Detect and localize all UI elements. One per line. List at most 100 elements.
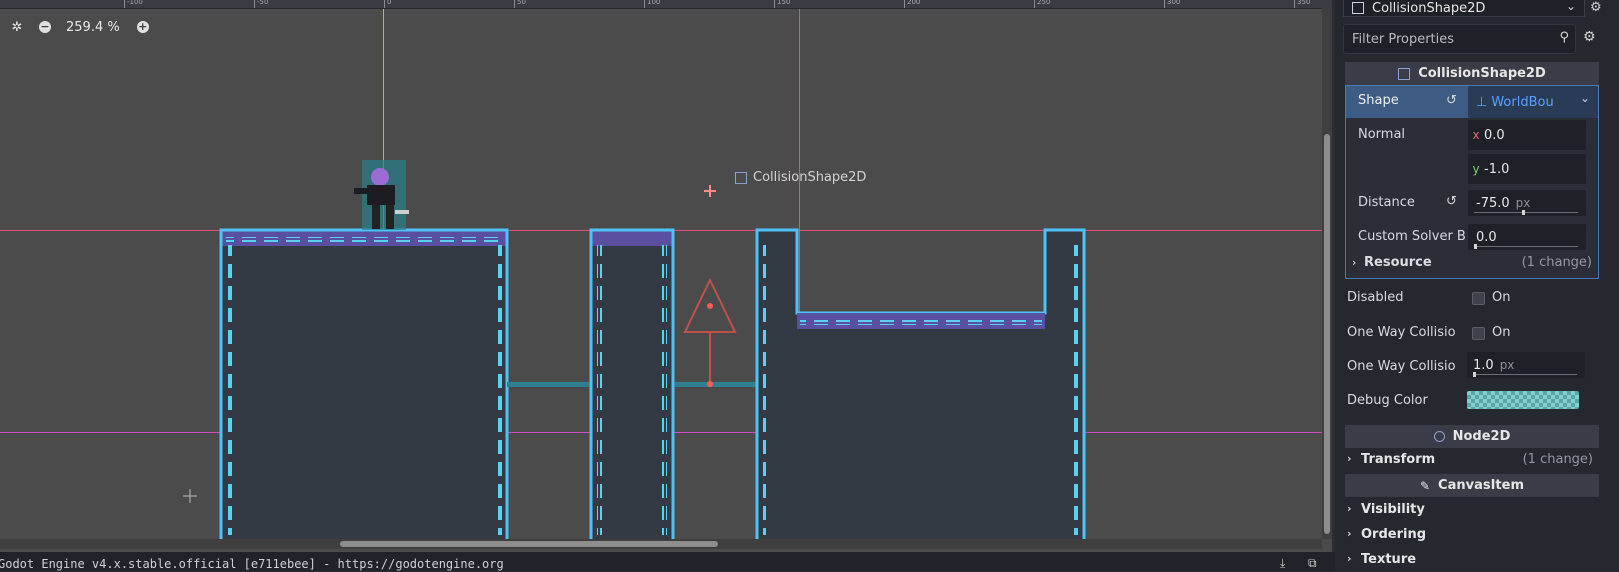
resource-change-note: (1 change) (1521, 255, 1592, 270)
distance-field[interactable]: -75.0 px (1468, 190, 1586, 216)
debug-color-swatch[interactable] (1467, 391, 1579, 409)
shape-resource-picker[interactable]: ⊥ WorldBou ⌄ (1468, 86, 1598, 118)
world-boundary-icon: ⊥ (1476, 94, 1488, 110)
section-collisionshape2d: CollisionShape2D (1345, 62, 1599, 85)
ruler-tick (1034, 0, 1035, 8)
custom-solver-bias-field[interactable]: 0.0 (1468, 224, 1586, 250)
normal-y-field[interactable]: y -1.0 (1468, 154, 1586, 184)
node-selector[interactable]: CollisionShape2D ⌄ (1343, 0, 1585, 17)
horizontal-scroll-thumb[interactable] (340, 541, 718, 547)
distance-label: Distance (1358, 195, 1415, 210)
one-way-margin-value: 1.0 (1473, 357, 1494, 373)
ruler-tick (1164, 0, 1165, 8)
minus-icon: − (39, 20, 51, 33)
copy-icon[interactable]: ⧉ (1308, 556, 1320, 570)
ruler-label: -100 (127, 0, 143, 6)
texture-label: Texture (1361, 552, 1417, 567)
collision-shape-properties: Shape ↺ ⊥ WorldBou ⌄ Normal x 0.0 y -1.0… (1345, 85, 1599, 279)
canvas-viewport[interactable]: -100 -50 0 50 100 150 200 250 300 350 ✲ − 259.4 %… (0, 0, 1332, 552)
axis-y-tag: y (1472, 162, 1480, 176)
zoom-out-button[interactable]: − (36, 18, 54, 36)
vertical-scrollbar[interactable] (1322, 8, 1332, 539)
status-bar: Godot Engine v4.x.stable.official [e711e… (0, 552, 1335, 571)
center-view-icon[interactable]: ✲ (8, 18, 26, 36)
distance-unit: px (1515, 196, 1531, 210)
normal-x-value: 0.0 (1484, 127, 1505, 143)
custom-solver-bias-knob[interactable] (1474, 244, 1477, 249)
disabled-on-label: On (1492, 290, 1511, 305)
ruler-label: -50 (257, 0, 269, 6)
chevron-down-icon[interactable]: ⌄ (1580, 91, 1590, 105)
one-way-margin-slider[interactable] (1473, 374, 1577, 375)
section-title: CanvasItem (1438, 478, 1525, 493)
filter-properties-input[interactable] (1350, 30, 1544, 48)
ruler-label: 250 (1037, 0, 1051, 6)
debug-color-row: Debug Color (1335, 385, 1619, 415)
collision-shape-icon (1398, 67, 1411, 80)
texture-group[interactable]: › Texture (1345, 549, 1599, 572)
revert-icon[interactable]: ↺ (1446, 93, 1457, 108)
zoom-toolbar: ✲ − 259.4 % + (8, 16, 152, 38)
distance-row: Distance ↺ -75.0 px (1346, 186, 1598, 220)
one-way-margin-knob[interactable] (1473, 372, 1476, 377)
node-name-text: CollisionShape2D (753, 170, 867, 185)
node2d-icon (1433, 431, 1445, 442)
tile-platform-3 (755, 228, 1086, 539)
transform-group[interactable]: › Transform (1 change) (1345, 449, 1599, 472)
node-name-label: CollisionShape2D (735, 170, 866, 185)
visibility-label: Visibility (1361, 502, 1425, 517)
disabled-label: Disabled (1347, 290, 1404, 305)
one-way-margin-unit: px (1499, 358, 1515, 372)
section-node2d: Node2D (1345, 425, 1599, 448)
scene-canvas[interactable] (0, 0, 1322, 539)
ruler-label: 0 (387, 0, 392, 6)
one-way-collision-on-label: On (1492, 325, 1511, 340)
ordering-label: Ordering (1361, 527, 1427, 542)
chevron-right-icon: › (1352, 256, 1357, 269)
one-way-collision-checkbox[interactable] (1472, 327, 1485, 340)
distance-slider[interactable] (1474, 212, 1578, 213)
engine-version-text: Godot Engine v4.x.stable.official [e711e… (0, 557, 504, 571)
vertical-scroll-thumb[interactable] (1324, 134, 1330, 534)
horizontal-scrollbar[interactable] (0, 539, 1322, 549)
ordering-group[interactable]: › Ordering (1345, 524, 1599, 547)
node-options-icon[interactable]: ⚙ (1590, 0, 1602, 15)
custom-solver-bias-value: 0.0 (1476, 229, 1497, 245)
ruler-tick (644, 0, 645, 8)
zoom-in-button[interactable]: + (134, 18, 152, 36)
debug-color-label: Debug Color (1347, 393, 1428, 408)
tile-platform-2 (589, 228, 675, 539)
filter-properties-box[interactable]: ⚲ (1343, 24, 1576, 54)
ruler-tick (124, 0, 125, 8)
ruler-label: 100 (647, 0, 661, 6)
axis-x-tag: x (1472, 128, 1480, 142)
distance-value: -75.0 (1476, 195, 1510, 211)
ruler-tick (384, 0, 385, 8)
one-way-collision-row: One Way Collisio On (1335, 316, 1619, 346)
shape-resource-value: WorldBou (1491, 94, 1554, 110)
ruler-tick (774, 0, 775, 8)
custom-solver-bias-slider[interactable] (1474, 246, 1578, 247)
disabled-row: Disabled On (1335, 281, 1619, 311)
property-tools-icon[interactable]: ⚙ (1583, 29, 1596, 45)
zoom-level-label[interactable]: 259.4 % (66, 20, 120, 35)
collision-shape-icon (735, 171, 747, 184)
normal-x-field[interactable]: x 0.0 (1468, 120, 1586, 150)
section-title: CollisionShape2D (1418, 66, 1546, 81)
tile-platform-1 (219, 228, 509, 539)
collision-shape-icon (1352, 2, 1364, 14)
resource-group[interactable]: › Resource (1 change) (1346, 250, 1598, 276)
ruler-label: 50 (517, 0, 526, 6)
resource-label: Resource (1364, 255, 1432, 270)
one-way-collision-margin-field[interactable]: 1.0 px (1467, 352, 1585, 378)
custom-solver-bias-label: Custom Solver B (1358, 229, 1466, 244)
revert-icon[interactable]: ↺ (1446, 194, 1457, 209)
ruler-tick (1294, 0, 1295, 8)
chevron-right-icon: › (1347, 502, 1352, 515)
download-icon[interactable]: ⤓ (1280, 556, 1292, 570)
disabled-checkbox[interactable] (1472, 292, 1485, 305)
ruler-tick (254, 0, 255, 8)
distance-slider-knob[interactable] (1522, 210, 1525, 215)
visibility-group[interactable]: › Visibility (1345, 499, 1599, 522)
world-boundary-gizmo (683, 277, 737, 387)
